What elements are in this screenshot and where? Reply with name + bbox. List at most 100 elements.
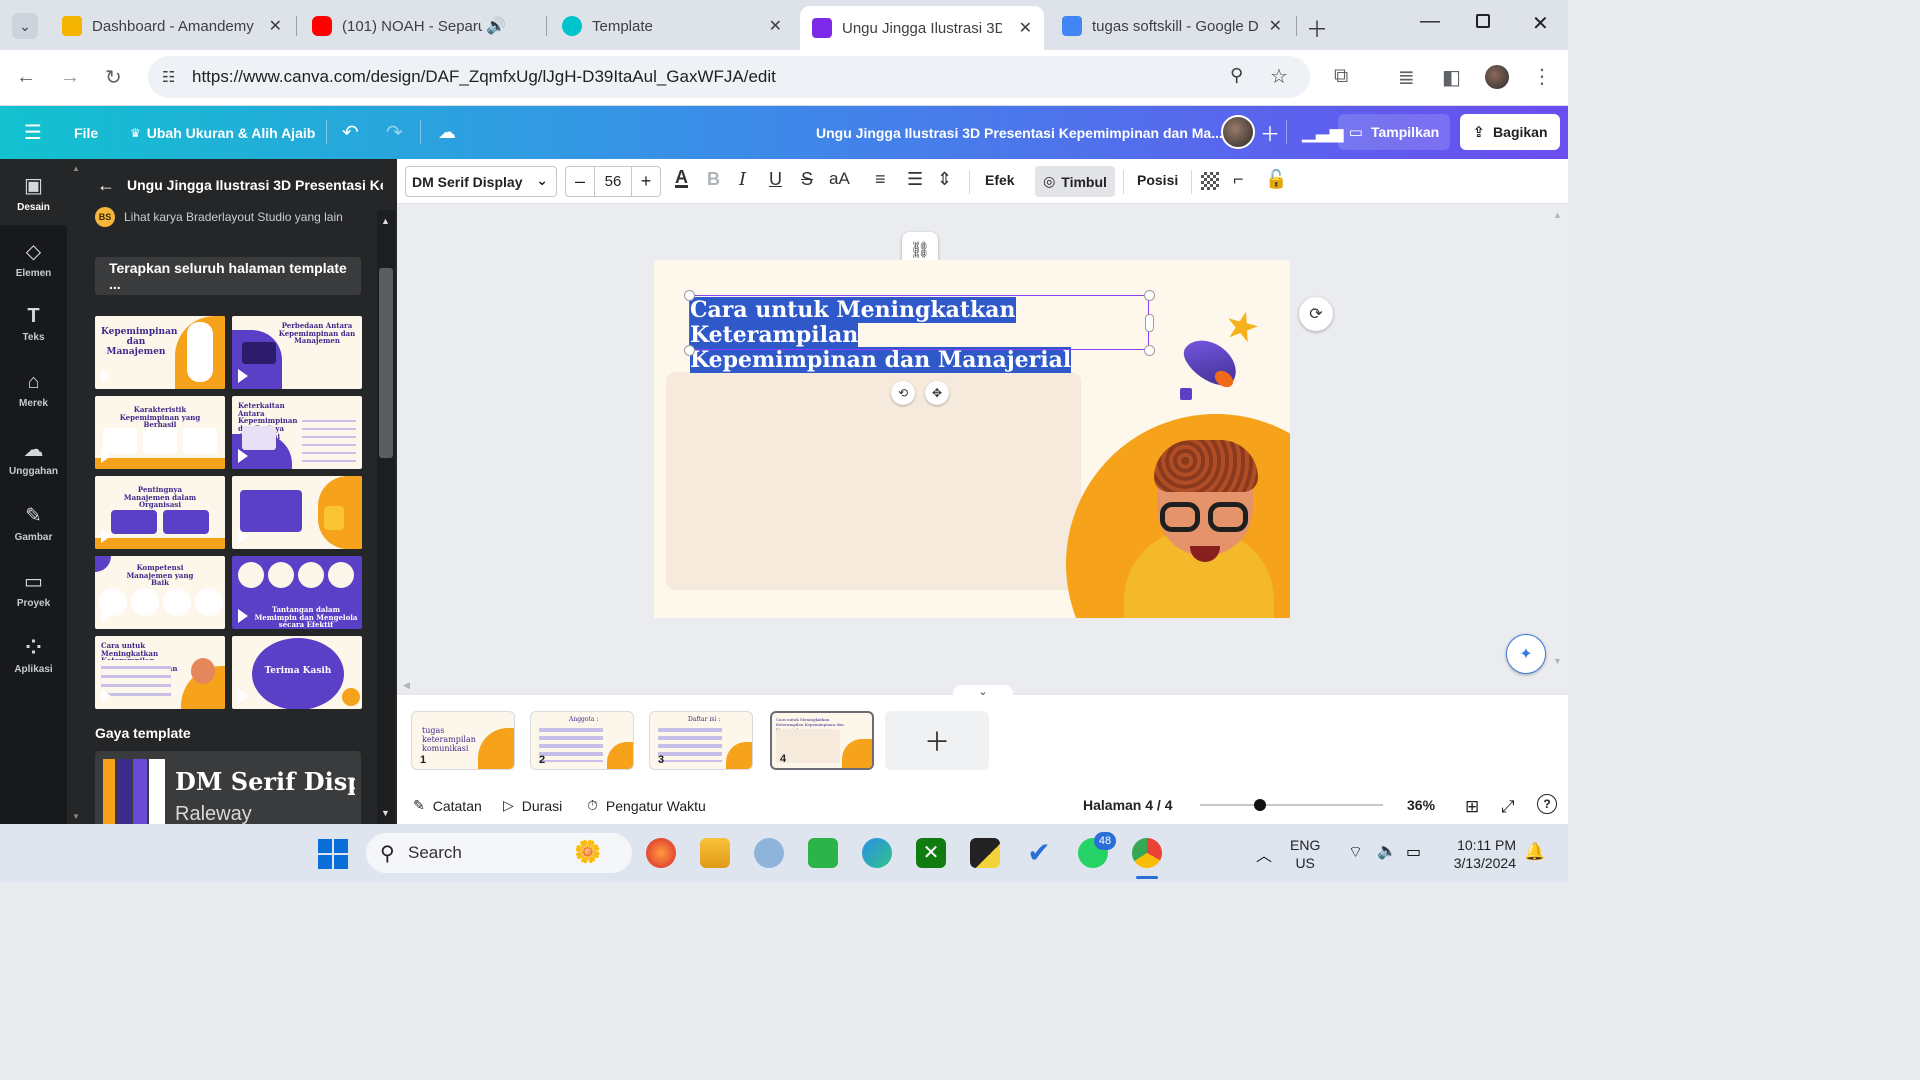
slide-title-line-2[interactable]: Kepemimpinan dan Manajerial	[690, 347, 1072, 373]
profile-avatar[interactable]	[1485, 65, 1509, 89]
minimize-window-icon[interactable]: —	[1420, 10, 1440, 33]
creator-link[interactable]: BS Lihat karya Braderlayout Studio yang …	[95, 207, 343, 227]
rail-item-merek[interactable]: ⌂ Merek	[0, 371, 67, 409]
rail-item-elemen[interactable]: ◇ Elemen	[0, 239, 67, 279]
template-thumbnail[interactable]: Kompetensi Manajemen yang Baik	[95, 556, 225, 629]
page-indicator[interactable]: Halaman 4 / 4	[1083, 797, 1173, 813]
move-icon[interactable]: ✥	[925, 381, 949, 405]
bookmark-star-icon[interactable]: ☆	[1270, 64, 1288, 89]
close-tab-icon[interactable]: ✕	[1019, 18, 1032, 38]
sticky-app-icon[interactable]	[970, 838, 1000, 868]
bold-icon[interactable]: B	[707, 169, 720, 190]
line-spacing-icon[interactable]: ⇕	[937, 169, 952, 190]
resize-handle[interactable]	[684, 345, 695, 356]
canvas-scroll-down-icon[interactable]: ▼	[1553, 656, 1562, 666]
text-selection-box[interactable]	[689, 295, 1149, 350]
share-button[interactable]: ⇪ Bagikan	[1460, 114, 1560, 150]
close-tab-icon[interactable]: ✕	[1269, 16, 1282, 36]
font-size-increase-button[interactable]: +	[632, 171, 660, 192]
play-preview-icon[interactable]	[101, 449, 111, 463]
play-preview-icon[interactable]	[238, 689, 248, 703]
close-window-icon[interactable]: ✕	[1532, 11, 1549, 36]
resize-magic-button[interactable]: ♛ Ubah Ukuran & Alih Ajaib	[130, 106, 315, 159]
collaborator-avatar[interactable]	[1221, 115, 1255, 149]
font-size-decrease-button[interactable]: –	[566, 171, 594, 192]
position-button[interactable]: Posisi	[1137, 172, 1178, 188]
undo-icon[interactable]: ↶	[342, 106, 359, 159]
extensions-icon[interactable]: ⧉	[1334, 65, 1348, 88]
rail-item-gambar[interactable]: ✎ Gambar	[0, 503, 67, 543]
invite-plus-icon[interactable]: ＋	[1260, 106, 1280, 159]
page-thumbnail-1[interactable]: tugas keterampilan komunikasi 1	[411, 711, 515, 770]
align-left-icon[interactable]: ≡	[875, 169, 886, 190]
zoom-slider-knob[interactable]	[1254, 799, 1267, 811]
template-thumbnail[interactable]: Karakteristik Kepemimpinan yang Berhasil	[95, 396, 225, 469]
redo-icon[interactable]: ↷	[386, 106, 403, 159]
underline-icon[interactable]: U	[769, 169, 782, 190]
bullet-list-icon[interactable]: ☰	[907, 169, 923, 190]
content-placeholder-box[interactable]	[666, 372, 1081, 590]
duration-button[interactable]: ▷ Durasi	[503, 797, 562, 814]
wifi-icon[interactable]: ⌔	[1348, 842, 1363, 862]
browser-tab-2[interactable]: (101) NOAH - Separu 🔊	[300, 8, 544, 44]
play-preview-icon[interactable]	[238, 449, 248, 463]
scroll-up-arrow-icon[interactable]: ▲	[381, 216, 390, 226]
reload-icon[interactable]: ↻	[105, 65, 122, 90]
green-app-icon[interactable]	[808, 838, 838, 868]
animate-button[interactable]: ◎ Timbul	[1035, 166, 1115, 197]
browser-tab-5[interactable]: tugas softskill - Google D ✕	[1050, 8, 1294, 44]
rail-item-proyek[interactable]: ▭ Proyek	[0, 569, 67, 609]
volume-icon[interactable]: 🔈	[1377, 841, 1397, 861]
lock-icon[interactable]: 🔓	[1265, 169, 1287, 190]
resize-handle[interactable]	[1144, 290, 1155, 301]
grid-view-icon[interactable]: ⊞	[1465, 797, 1479, 817]
rail-item-aplikasi[interactable]: ⁘ Aplikasi	[0, 635, 67, 675]
address-bar[interactable]: ☷ https://www.canva.com/design/DAF_Zqmfx…	[148, 56, 1310, 98]
back-arrow-icon[interactable]: ←	[97, 175, 115, 196]
add-page-button[interactable]: ＋	[885, 711, 989, 770]
edge-icon[interactable]	[862, 838, 892, 868]
play-preview-icon[interactable]	[101, 369, 111, 383]
page-thumbnail-4-active[interactable]: Cara untuk Meningkatkan Keterampilan Kep…	[770, 711, 874, 770]
template-thumbnail[interactable]: Tantangan dalam Memimpin dan Mengelola s…	[232, 556, 362, 629]
template-thumbnail[interactable]: Pentingnya Manajemen dalam Organisasi	[95, 476, 225, 549]
play-preview-icon[interactable]	[101, 689, 111, 703]
page-thumbnail-2[interactable]: Anggota : 2	[530, 711, 634, 770]
template-style-card[interactable]: DM Serif Disp Raleway	[95, 751, 361, 824]
collapse-pages-chevron-icon[interactable]: ⌄	[953, 685, 1013, 699]
rail-item-unggahan[interactable]: ☁ Unggahan	[0, 437, 67, 477]
panel-scroll-down-icon[interactable]: ▼	[72, 812, 80, 821]
panel-scroll-up-icon[interactable]: ▲	[72, 164, 80, 173]
template-thumbnail[interactable]: Keterkaitan Antara Kepemimpinan dan Buda…	[232, 396, 362, 469]
file-explorer-icon[interactable]	[700, 838, 730, 868]
tray-chevron-up-icon[interactable]: ︿	[1256, 842, 1272, 866]
strikethrough-icon[interactable]: S	[801, 169, 813, 190]
file-menu-button[interactable]: File	[74, 106, 98, 159]
zoom-icon[interactable]: ⚲	[1230, 65, 1243, 86]
side-resize-handle[interactable]	[1145, 314, 1154, 332]
play-preview-icon[interactable]	[101, 609, 111, 623]
paint-format-icon[interactable]: ⌐	[1233, 169, 1244, 190]
text-color-icon[interactable]: A	[675, 167, 688, 188]
star-3d-icon[interactable]: ★	[1219, 300, 1266, 354]
effects-button[interactable]: Efek	[985, 172, 1015, 188]
rail-item-teks[interactable]: T Teks	[0, 305, 67, 343]
windows-start-icon[interactable]	[318, 839, 348, 869]
xbox-icon[interactable]: ✕	[916, 838, 946, 868]
media-control-icon[interactable]: ≣	[1398, 65, 1415, 90]
site-info-icon[interactable]: ☷	[162, 68, 175, 86]
app-icon[interactable]	[754, 838, 784, 868]
template-thumbnail[interactable]: Kepemimpinan dan Manajemen	[95, 316, 225, 389]
letter-case-icon[interactable]: aA	[829, 169, 850, 189]
forward-icon[interactable]: →	[60, 66, 80, 89]
resize-handle[interactable]	[1144, 345, 1155, 356]
firefox-icon[interactable]	[646, 838, 676, 868]
play-preview-icon[interactable]	[101, 529, 111, 543]
panel-scroll-thumb[interactable]	[379, 268, 393, 458]
new-tab-icon[interactable]: ＋	[1306, 12, 1328, 44]
hamburger-menu-icon[interactable]: ☰	[24, 106, 42, 159]
canvas-scroll-left-icon[interactable]: ◀	[403, 680, 410, 691]
font-family-dropdown[interactable]: DM Serif Display ⌄	[405, 166, 557, 197]
browser-tab-1[interactable]: Dashboard - Amandemy ✕	[50, 8, 294, 44]
magic-assistant-icon[interactable]: ✦	[1506, 634, 1546, 674]
